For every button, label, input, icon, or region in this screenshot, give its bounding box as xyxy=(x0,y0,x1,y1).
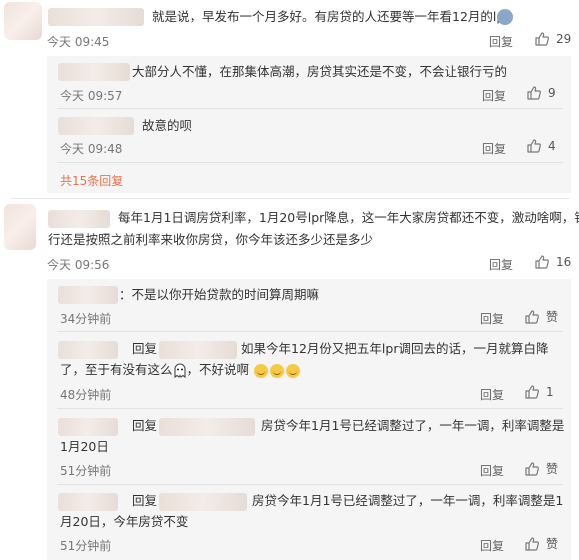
username-redacted[interactable] xyxy=(58,418,118,436)
reply-list: ：不是以你开始贷款的时间算周期嘛 34分钟前 回复 赞 回复 如果今年12月份又… xyxy=(47,279,571,560)
reply-prefix: 回复 xyxy=(132,341,158,356)
thumbs-up-icon xyxy=(525,536,539,551)
reply-time: 51分钟前 xyxy=(60,539,112,553)
like-button[interactable]: 1 xyxy=(524,384,554,400)
username-redacted[interactable] xyxy=(58,117,134,135)
reply-button[interactable]: 回复 xyxy=(489,33,513,50)
like-button[interactable]: 29 xyxy=(534,31,571,47)
thumbs-up-icon xyxy=(527,139,541,153)
reply-time: 34分钟前 xyxy=(60,312,112,326)
username-redacted[interactable] xyxy=(48,210,110,228)
divider xyxy=(57,108,563,109)
like-count: 4 xyxy=(548,139,556,153)
ghost-emoji-icon xyxy=(173,363,186,378)
reply-prefix: 回复 xyxy=(132,418,158,433)
reply-button[interactable]: 回复 xyxy=(480,462,504,479)
reply-button[interactable]: 回复 xyxy=(482,87,506,104)
like-button[interactable]: 16 xyxy=(534,254,571,270)
username-redacted[interactable] xyxy=(58,63,130,81)
comment-text: 就是说，早发布一个月多好。有房贷的人还要等一年看12月的lpr xyxy=(152,9,510,24)
reply-text: 故意的呗 xyxy=(142,118,193,133)
username-redacted[interactable] xyxy=(58,341,118,359)
thumbs-up-icon xyxy=(535,255,549,269)
thumbs-up-icon xyxy=(527,86,541,100)
like-count: 1 xyxy=(546,385,554,399)
comment-time: 今天 09:45 xyxy=(47,35,110,49)
like-count: 赞 xyxy=(546,310,559,324)
smile-emoji-icon xyxy=(254,363,269,378)
reply-text: 大部分人不懂，在那集体高潮，房贷其实还是不变，不会让银行亏的 xyxy=(132,64,508,79)
username-redacted[interactable] xyxy=(159,341,237,359)
like-count: 赞 xyxy=(546,462,559,476)
reply-text: 房贷今年1月1号已经调整过了，一年一调，利率调整是 xyxy=(261,418,565,433)
reply-text: 1月20日 xyxy=(60,439,109,454)
reply-text: ，不好说啊 xyxy=(186,362,250,377)
reply-button[interactable]: 回复 xyxy=(482,140,506,157)
like-count: 16 xyxy=(556,255,572,269)
username-redacted[interactable] xyxy=(159,493,247,511)
divider xyxy=(57,484,563,485)
avatar-icon xyxy=(497,9,513,25)
smile-emoji-icon xyxy=(286,363,301,378)
reply-list: 大部分人不懂，在那集体高潮，房贷其实还是不变，不会让银行亏的 今天 09:57 … xyxy=(47,56,571,193)
comment-time: 今天 09:56 xyxy=(47,258,110,272)
reply-time: 今天 09:57 xyxy=(60,89,123,103)
thumbs-up-icon xyxy=(525,309,539,324)
reply-button[interactable]: 回复 xyxy=(480,386,504,403)
username-redacted[interactable] xyxy=(48,8,144,26)
avatar[interactable] xyxy=(4,2,42,40)
username-redacted[interactable] xyxy=(58,286,118,304)
smile-emoji-icon xyxy=(270,363,285,378)
reply-time: 51分钟前 xyxy=(60,464,112,478)
like-button[interactable]: 赞 xyxy=(524,308,558,325)
thumbs-up-icon xyxy=(535,32,549,46)
divider xyxy=(10,198,569,199)
thumbs-up-icon xyxy=(525,461,539,476)
reply-text: 了，至于有没有这么 xyxy=(60,362,173,377)
avatar[interactable] xyxy=(4,204,36,250)
reply-text: 房贷今年1月1号已经调整过了，一年一调，利率调整是1 xyxy=(252,493,564,508)
username-redacted[interactable] xyxy=(58,493,118,511)
like-count: 29 xyxy=(556,32,572,46)
reply-button[interactable]: 回复 xyxy=(489,256,513,273)
username-redacted[interactable] xyxy=(159,418,255,436)
reply-text: 月20日，今年房贷不变 xyxy=(60,514,189,529)
reply-prefix: 回复 xyxy=(132,493,158,508)
like-count: 9 xyxy=(548,86,556,100)
more-replies-link[interactable]: 共15条回复 xyxy=(60,172,123,189)
like-button[interactable]: 赞 xyxy=(524,535,558,552)
like-button[interactable]: 9 xyxy=(526,85,556,101)
divider xyxy=(57,331,563,332)
divider xyxy=(57,162,563,163)
reply-text: ：不是以你开始贷款的时间算周期嘛 xyxy=(119,287,320,302)
comment-text: 每年1月1日调房贷利率，1月20号lpr降息，这一年大家房贷都还不变，激动啥啊，… xyxy=(118,210,579,225)
comment-text: 行还是按照之前利率来收你房贷，你今年该还多少还是多少 xyxy=(48,232,374,247)
reply-button[interactable]: 回复 xyxy=(480,537,504,554)
reply-time: 48分钟前 xyxy=(60,388,112,402)
thumbs-up-icon xyxy=(525,385,539,399)
like-button[interactable]: 赞 xyxy=(524,460,558,477)
like-count: 赞 xyxy=(546,537,559,551)
reply-time: 今天 09:48 xyxy=(60,142,123,156)
reply-text-line2: 了，至于有没有这么 ，不好说啊 xyxy=(60,359,301,381)
divider xyxy=(57,408,563,409)
reply-text: 如果今年12月份又把五年lpr调回去的话，一月就算白降 xyxy=(241,341,549,356)
like-button[interactable]: 4 xyxy=(526,138,556,154)
reply-button[interactable]: 回复 xyxy=(480,310,504,327)
